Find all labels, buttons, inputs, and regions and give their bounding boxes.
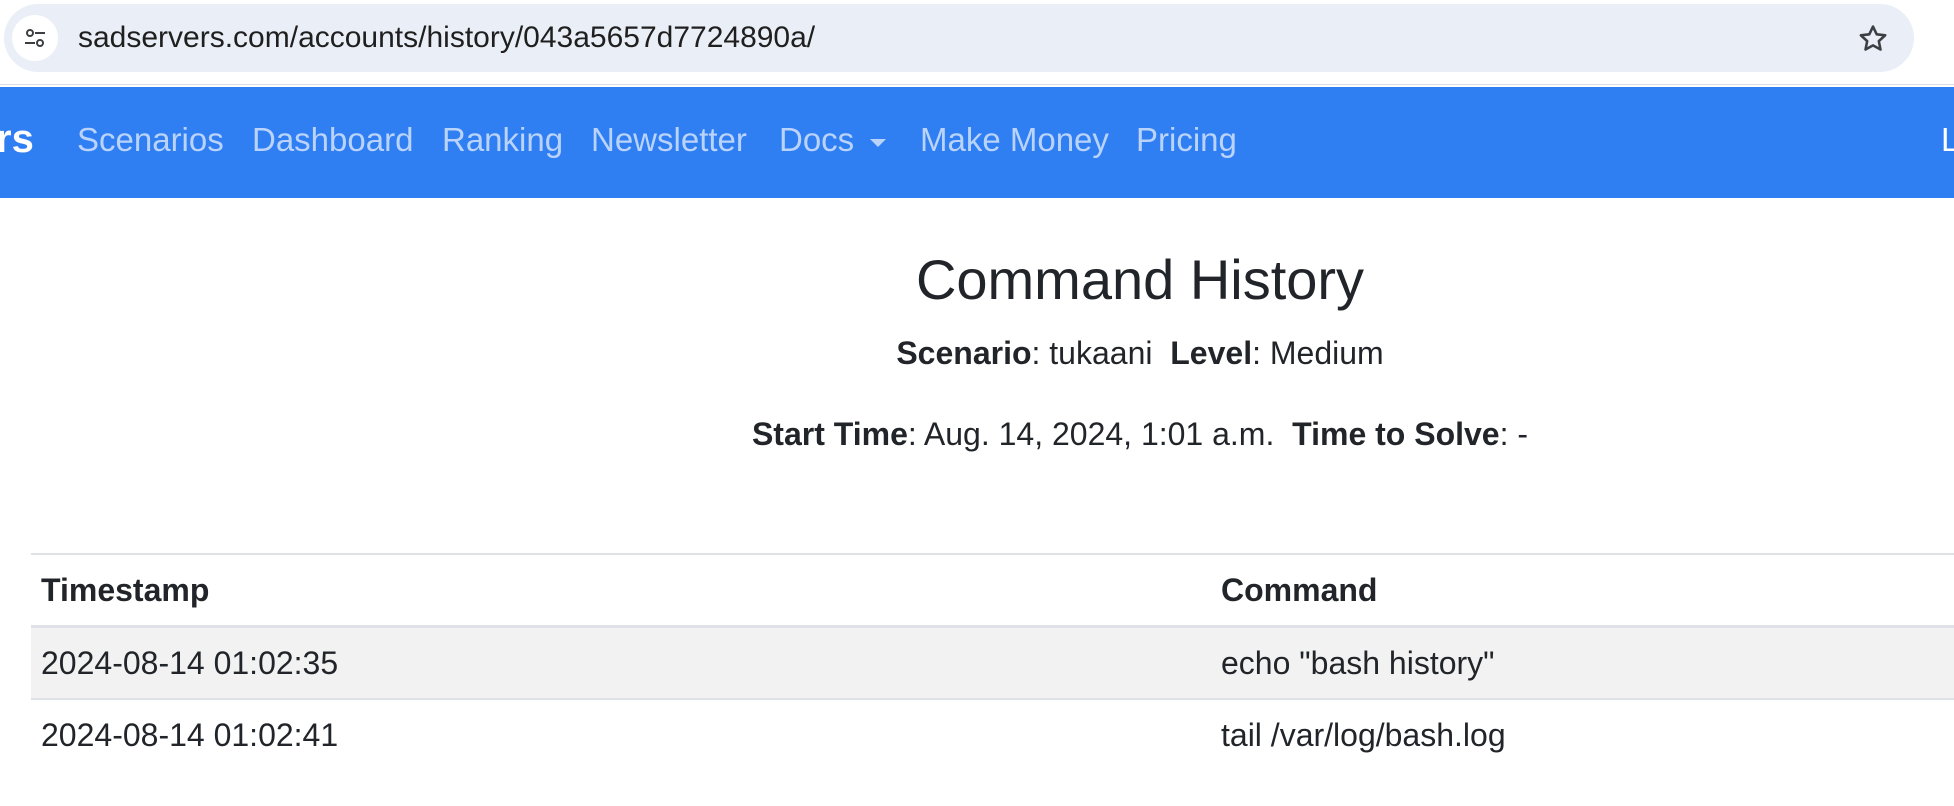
timestamp-cell: 2024-08-14 01:02:35 xyxy=(41,644,339,681)
table-row: 2024-08-14 01:02:41 tail /var/log/bash.l… xyxy=(31,699,1954,770)
scenario-value: tukaani xyxy=(1049,335,1153,371)
docs-dropdown-caret-icon[interactable] xyxy=(870,139,886,147)
nav-newsletter[interactable]: Newsletter xyxy=(591,120,747,160)
level-label: Level xyxy=(1170,335,1253,371)
scenario-info: Scenario: tukaani Level: Medium xyxy=(896,335,1384,371)
time-to-solve-label: Time to Solve xyxy=(1292,416,1500,452)
nav-dashboard[interactable]: Dashboard xyxy=(252,120,413,160)
timestamp-cell: 2024-08-14 01:02:41 xyxy=(41,716,339,753)
command-header: Command xyxy=(1221,571,1378,608)
nav-ranking[interactable]: Ranking xyxy=(442,120,563,160)
start-time-value: Aug. 14, 2024, 1:01 a.m. xyxy=(923,416,1275,452)
address-bar[interactable]: sadservers.com/accounts/history/043a5657… xyxy=(4,4,1914,72)
site-navbar: rs Scenarios Dashboard Ranking Newslette… xyxy=(0,87,1954,198)
start-time-label: Start Time xyxy=(751,416,908,452)
table-header-row: Timestamp Command xyxy=(31,554,1954,627)
level-value: Medium xyxy=(1269,335,1384,371)
url-text[interactable]: sadservers.com/accounts/history/043a5657… xyxy=(78,22,815,54)
scenario-label: Scenario xyxy=(896,335,1032,371)
timestamp-header: Timestamp xyxy=(41,571,210,608)
nav-docs[interactable]: Docs xyxy=(779,120,854,160)
nav-login[interactable]: L xyxy=(1941,120,1954,160)
time-info: Start Time: Aug. 14, 2024, 1:01 a.m. Tim… xyxy=(751,416,1529,452)
brand-logo-text[interactable]: rs xyxy=(0,114,34,164)
command-cell: tail /var/log/bash.log xyxy=(1221,716,1506,753)
command-cell: echo "bash history" xyxy=(1221,644,1495,681)
bookmark-star-icon[interactable] xyxy=(1856,22,1890,61)
table-row: 2024-08-14 01:02:35 echo "bash history" xyxy=(31,626,1954,699)
nav-make-money[interactable]: Make Money xyxy=(920,120,1109,160)
browser-toolbar: sadservers.com/accounts/history/043a5657… xyxy=(0,0,1954,85)
page-title: Command History xyxy=(915,248,1365,311)
nav-scenarios[interactable]: Scenarios xyxy=(77,120,224,160)
site-settings-icon[interactable] xyxy=(12,15,58,61)
time-to-solve-value: - xyxy=(1517,416,1529,452)
command-history-table: Timestamp Command 2024-08-14 01:02:35 ec… xyxy=(31,553,1954,770)
nav-pricing[interactable]: Pricing xyxy=(1136,120,1237,160)
